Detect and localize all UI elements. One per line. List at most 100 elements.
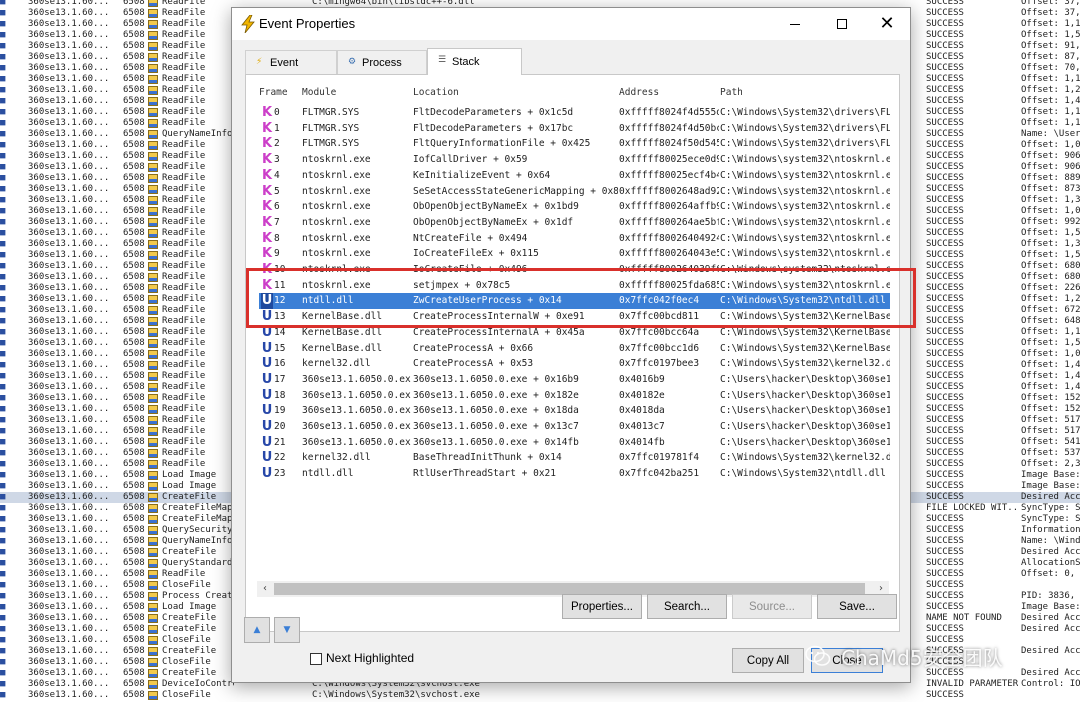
operation: ReadFile: [162, 338, 206, 348]
stack-frame-row[interactable]: K 0 FLTMGR.SYS FltDecodeParameters + 0x1c5d…: [259, 105, 890, 121]
properties-button[interactable]: Properties...: [562, 594, 642, 619]
detail: Offset: 1,4: [1021, 371, 1080, 381]
pid: 6508: [123, 602, 145, 612]
process-icon: [148, 515, 158, 524]
next-highlighted-checkbox[interactable]: [310, 653, 322, 665]
row-marker: ■: [0, 558, 6, 568]
stack-frame-row[interactable]: U 23 ntdll.dll RtlUserThreadStart + 0x21 0x7…: [259, 466, 890, 482]
process-icon: [148, 658, 158, 667]
detail: Offset: 648: [1021, 316, 1080, 326]
process-icon: [148, 42, 158, 51]
stack-frame-row[interactable]: U 15 KernelBase.dll CreateProcessA + 0x66 0x…: [259, 341, 890, 357]
frame-location: FltDecodeParameters + 0x17bc: [413, 122, 574, 134]
frame-path: C:\Windows\System32\drivers\FLTM: [720, 138, 890, 150]
result: SUCCESS: [926, 305, 964, 315]
stack-panel: Frame Module Location Address Path K 0 FLT…: [245, 74, 900, 632]
event-row[interactable]: ■ 360se13.1.60... 6508 CloseFile C:\Windows\…: [0, 690, 1080, 701]
detail: Offset: 226: [1021, 283, 1080, 293]
process-name: 360se13.1.60...: [28, 657, 110, 667]
result: SUCCESS: [926, 0, 964, 7]
frame-number: 5: [274, 185, 280, 197]
frame-path: C:\Windows\System32\ntdll.dll: [720, 468, 886, 480]
close-window-button[interactable]: ✕: [864, 8, 910, 40]
row-marker: ■: [0, 184, 6, 194]
scroll-left-arrow-icon[interactable]: ‹: [257, 581, 273, 597]
minimize-button[interactable]: [772, 8, 818, 40]
user-mode-icon: U: [261, 419, 273, 434]
source-button[interactable]: Source...: [732, 594, 812, 619]
stack-frame-row[interactable]: K 4 ntoskrnl.exe KeInitializeEvent + 0x64 0x…: [259, 168, 890, 184]
copy-all-button[interactable]: Copy All: [732, 648, 804, 673]
process-icon: [148, 273, 158, 282]
stack-frame-row[interactable]: K 9 ntoskrnl.exe IoCreateFileEx + 0x115 0xff…: [259, 246, 890, 262]
row-marker: ■: [0, 470, 6, 480]
stack-frame-row[interactable]: K 2 FLTMGR.SYS FltQueryInformationFile + 0x…: [259, 136, 890, 152]
row-marker: ■: [0, 327, 6, 337]
stack-frame-row[interactable]: U 19 360se13.1.6050.0.exe 360se13.1.6050.0.…: [259, 403, 890, 419]
stack-frame-row[interactable]: K 7 ntoskrnl.exe ObOpenObjectByNameEx + 0x1…: [259, 215, 890, 231]
detail: Offset: 1,1: [1021, 118, 1080, 128]
process-icon: [148, 339, 158, 348]
frame-module: ntoskrnl.exe: [302, 169, 371, 181]
next-event-button[interactable]: ▼: [274, 617, 300, 643]
frame-location: KeInitializeEvent + 0x64: [413, 169, 551, 181]
row-marker: ■: [0, 96, 6, 106]
pid: 6508: [123, 569, 145, 579]
stack-frame-row[interactable]: U 17 360se13.1.6050.0.exe 360se13.1.6050.0.…: [259, 372, 890, 388]
row-marker: ■: [0, 393, 6, 403]
stack-frame-row[interactable]: K 8 ntoskrnl.exe NtCreateFile + 0x494 0xffff…: [259, 231, 890, 247]
process-name: 360se13.1.60...: [28, 569, 110, 579]
stack-frame-row[interactable]: K 5 ntoskrnl.exe SeSetAccessStateGenericMap…: [259, 184, 890, 200]
result: SUCCESS: [926, 96, 964, 106]
frame-module: KernelBase.dll: [302, 342, 383, 354]
column-header-location[interactable]: Location: [413, 85, 618, 101]
title-bar[interactable]: Event Properties ✕: [232, 8, 910, 40]
frame-module: FLTMGR.SYS: [302, 138, 360, 150]
maximize-button[interactable]: [819, 8, 865, 40]
operation: ReadFile: [162, 85, 206, 95]
process-icon: [148, 196, 158, 205]
pid: 6508: [123, 140, 145, 150]
frame-address: 0xfffff8024f4d50bc: [619, 122, 719, 134]
column-header-frame[interactable]: Frame: [259, 85, 299, 101]
save-button[interactable]: Save...: [817, 594, 897, 619]
column-header-address[interactable]: Address: [619, 85, 719, 101]
highlight-annotation-box: [246, 268, 916, 328]
stack-frame-list[interactable]: Frame Module Location Address Path K 0 FLT…: [259, 85, 890, 579]
result: SUCCESS: [926, 228, 964, 238]
detail: Desired Acc: [1021, 492, 1080, 502]
pid: 6508: [123, 613, 145, 623]
row-marker: ■: [0, 173, 6, 183]
column-header-module[interactable]: Module: [302, 85, 411, 101]
result: SUCCESS: [926, 217, 964, 227]
row-marker: ■: [0, 151, 6, 161]
pid: 6508: [123, 690, 145, 700]
operation: ReadFile: [162, 448, 206, 458]
tab-stack[interactable]: ☰ Stack: [427, 48, 522, 75]
frame-location: 360se13.1.6050.0.exe + 0x18da: [413, 405, 579, 417]
stack-frame-row[interactable]: K 6 ntoskrnl.exe ObOpenObjectByNameEx + 0x1…: [259, 199, 890, 215]
tab-process[interactable]: ⚙ Process: [337, 50, 427, 74]
row-marker: ■: [0, 635, 6, 645]
frame-address: 0x40182e: [619, 389, 665, 401]
row-marker: ■: [0, 239, 6, 249]
stack-frame-row[interactable]: U 21 360se13.1.6050.0.exe 360se13.1.6050.0.…: [259, 435, 890, 451]
stack-frame-row[interactable]: U 22 kernel32.dll BaseThreadInitThunk + 0x1…: [259, 450, 890, 466]
stack-frame-row[interactable]: K 3 ntoskrnl.exe IofCallDriver + 0x59 0xffff…: [259, 152, 890, 168]
previous-event-button[interactable]: ▲: [244, 617, 270, 643]
stack-frame-row[interactable]: U 20 360se13.1.6050.0.exe 360se13.1.6050.0.…: [259, 419, 890, 435]
result: SUCCESS: [926, 195, 964, 205]
operation: ReadFile: [162, 184, 206, 194]
result: SUCCESS: [926, 580, 964, 590]
process-name: 360se13.1.60...: [28, 525, 110, 535]
row-marker: ■: [0, 316, 6, 326]
stack-frame-row[interactable]: U 16 kernel32.dll CreateProcessA + 0x53 0x7f…: [259, 356, 890, 372]
tab-event[interactable]: ⚡ Event: [245, 50, 337, 74]
operation: CreateFile: [162, 668, 217, 678]
stack-frame-row[interactable]: K 1 FLTMGR.SYS FltDecodeParameters + 0x17bc…: [259, 121, 890, 137]
next-highlighted-label[interactable]: Next Highlighted: [326, 651, 414, 665]
stack-frame-row[interactable]: U 18 360se13.1.6050.0.exe 360se13.1.6050.0.…: [259, 388, 890, 404]
column-header-path[interactable]: Path: [720, 85, 890, 101]
pid: 6508: [123, 679, 145, 689]
search-button[interactable]: Search...: [647, 594, 727, 619]
